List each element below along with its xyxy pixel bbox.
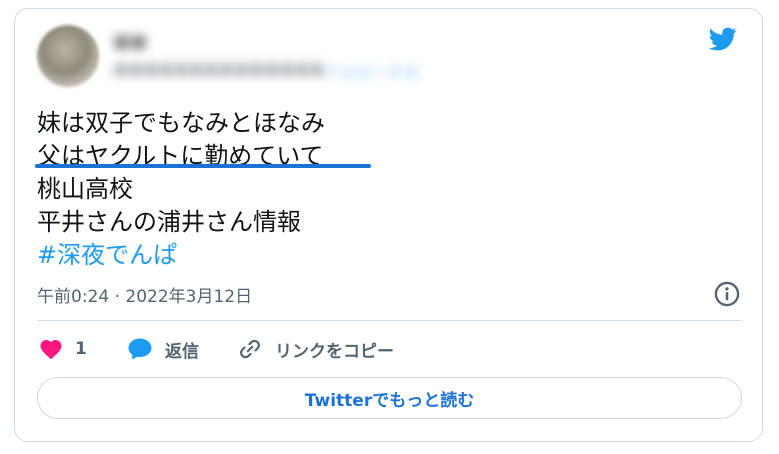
read-more-button[interactable]: Twitterでもっと読む xyxy=(37,377,742,419)
tweet-line: 父はヤクルトに勤めていて xyxy=(37,142,324,170)
reply-button[interactable]: 返信 xyxy=(127,334,199,364)
hashtag-link[interactable]: #深夜でんぱ xyxy=(37,239,325,272)
like-button[interactable]: 1 xyxy=(39,334,87,364)
tweet-line: 桃山高校 xyxy=(37,175,133,203)
tweet-line: 平井さんの浦井さん情報 xyxy=(37,208,301,236)
link-icon xyxy=(240,339,260,359)
info-icon[interactable] xyxy=(713,280,741,308)
copy-link-label: リンクをコピー xyxy=(275,341,394,362)
follow-link[interactable]: フォローする xyxy=(323,59,419,83)
author-name[interactable]: ■■ xyxy=(113,31,147,52)
copy-link-button[interactable]: リンクをコピー xyxy=(237,334,394,364)
twitter-bird-icon[interactable] xyxy=(707,25,739,53)
divider xyxy=(37,320,742,321)
reply-bubble-icon xyxy=(128,338,152,360)
heart-icon xyxy=(40,340,62,360)
author-handle[interactable]: ■■■■■■■■■■■■■■ xyxy=(113,59,325,78)
tweet-line: 妹は双子でもなみとほなみ xyxy=(37,109,325,137)
reply-label: 返信 xyxy=(165,341,199,362)
tweet-text: 妹は双子でもなみとほなみ 父はヤクルトに勤めていて 桃山高校 平井さんの浦井さん… xyxy=(37,107,325,272)
highlight-underline xyxy=(35,164,371,168)
author-avatar[interactable] xyxy=(37,25,99,87)
like-count: 1 xyxy=(75,339,87,359)
embedded-tweet-card: ■■ ■■■■■■■■■■■■■■ フォローする 妹は双子でもなみとほなみ 父は… xyxy=(14,8,763,442)
tweet-timestamp[interactable]: 午前0:24 · 2022年3月12日 xyxy=(37,282,252,307)
